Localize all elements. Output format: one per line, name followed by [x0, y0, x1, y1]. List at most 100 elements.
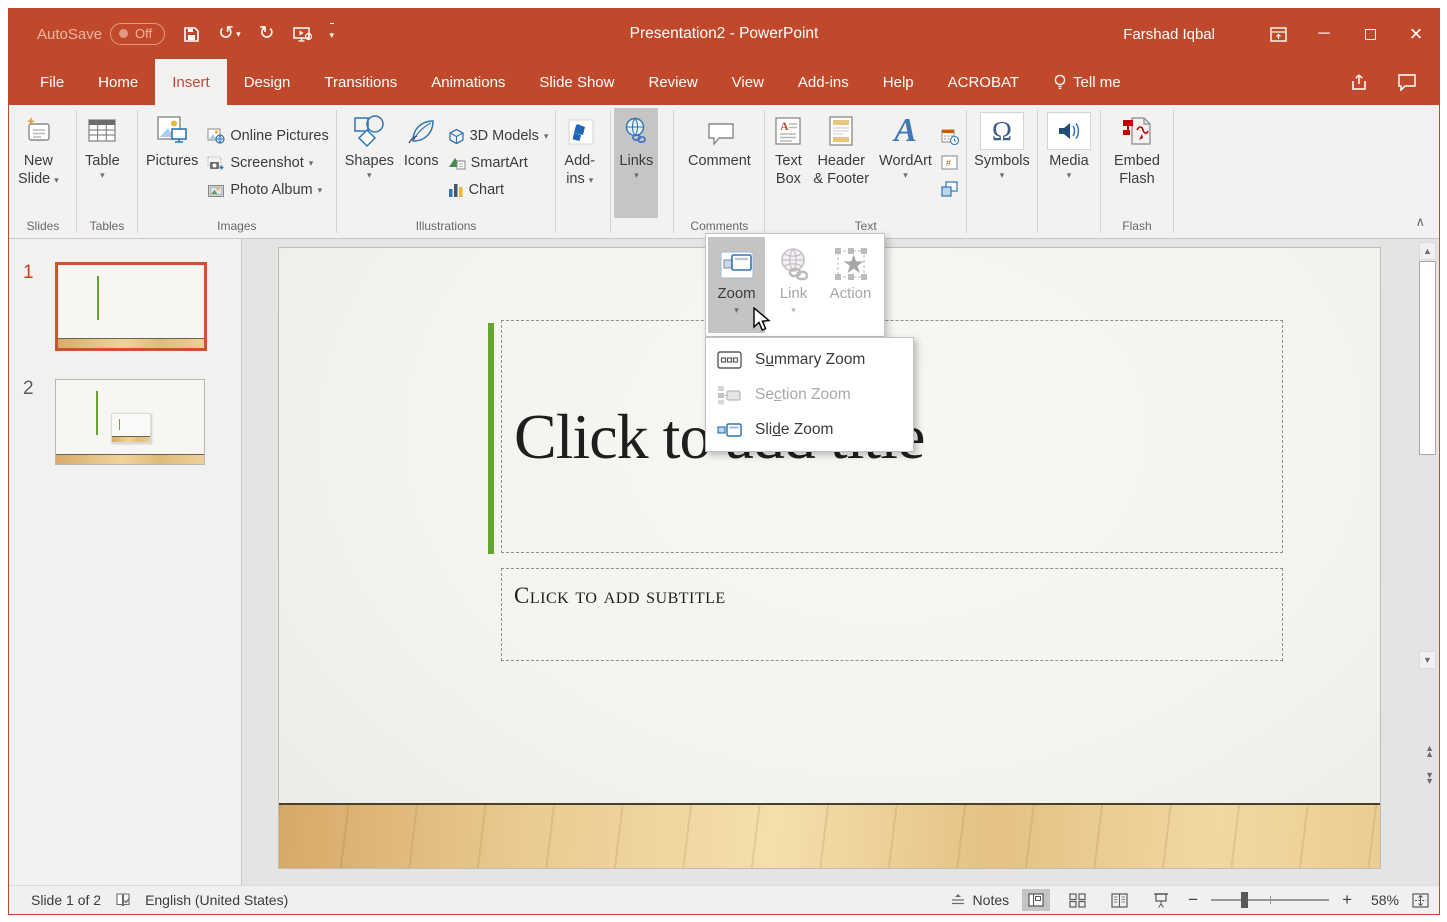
subtitle-placeholder[interactable]: Click to add subtitle	[501, 568, 1283, 661]
collapse-ribbon-button[interactable]: ∧	[1415, 214, 1425, 230]
slide-show-button[interactable]	[1147, 889, 1175, 912]
quick-access-toolbar: AutoSave Off ↺ ▾ ↻ ▾	[9, 23, 334, 45]
autosave-pill[interactable]: Off	[110, 23, 165, 45]
comment-button[interactable]: Comment	[683, 108, 756, 218]
embed-flash-button[interactable]: Embed Flash	[1109, 108, 1165, 218]
tab-view[interactable]: View	[715, 59, 781, 105]
tab-home[interactable]: Home	[81, 59, 155, 105]
screenshot-dropdown-arrow: ▾	[309, 158, 314, 168]
share-button[interactable]	[1350, 73, 1371, 92]
undo-dropdown-arrow[interactable]: ▾	[236, 24, 241, 44]
header-footer-button[interactable]: Header & Footer	[808, 108, 874, 218]
text-box-button[interactable]: A Text Box	[768, 108, 808, 218]
tab-transitions[interactable]: Transitions	[307, 59, 414, 105]
autosave-label: AutoSave	[37, 26, 102, 43]
links-button[interactable]: Links ▾	[614, 108, 658, 218]
group-illustrations: Shapes ▾ Icons 3D Models ▾	[339, 107, 554, 238]
thumb-floor	[56, 454, 204, 464]
reading-view-icon	[1111, 893, 1128, 908]
photo-album-button[interactable]: Photo Album ▾	[203, 177, 332, 204]
media-button[interactable]: Media ▾	[1042, 108, 1096, 218]
notes-icon	[950, 893, 966, 907]
tab-file[interactable]: File	[23, 59, 81, 105]
zoom-menu-dropdown-arrow[interactable]: ▾	[734, 305, 739, 315]
zoom-in-button[interactable]: +	[1342, 890, 1352, 910]
slide-thumbnail-1[interactable]	[55, 262, 207, 351]
slide-thumbnail-panel[interactable]: 1 2	[9, 239, 242, 885]
tab-slide-show[interactable]: Slide Show	[522, 59, 631, 105]
slide-thumbnail-2[interactable]	[55, 379, 205, 465]
new-slide-button[interactable]: New Slide ▾	[13, 108, 64, 218]
language-indicator[interactable]: English (United States)	[145, 892, 288, 908]
section-zoom-menu-item[interactable]: Section Zoom	[706, 377, 913, 412]
spell-check-button[interactable]	[115, 892, 131, 908]
group-divider	[76, 110, 77, 233]
pictures-button[interactable]: Pictures	[141, 108, 203, 218]
zoom-percentage[interactable]: 58%	[1365, 892, 1399, 908]
next-slide-button[interactable]: ▼▼	[1425, 772, 1434, 784]
tab-review[interactable]: Review	[631, 59, 714, 105]
slide-number-icon: #	[941, 155, 958, 171]
slide-sorter-view-button[interactable]	[1063, 889, 1092, 912]
tab-tell-me[interactable]: Tell me	[1036, 59, 1138, 105]
reading-view-button[interactable]	[1105, 889, 1134, 912]
start-from-beginning-button[interactable]	[293, 26, 312, 43]
undo-button[interactable]: ↺ ▾	[218, 24, 240, 44]
svg-text:#: #	[946, 158, 951, 168]
symbols-button[interactable]: Ω Symbols ▾	[969, 108, 1035, 218]
zoom-slider[interactable]	[1211, 892, 1329, 908]
save-button[interactable]	[183, 26, 200, 43]
object-button[interactable]	[937, 177, 963, 201]
close-button[interactable]: ×	[1393, 9, 1439, 59]
vertical-scrollbar-thumb[interactable]	[1419, 261, 1436, 455]
smartart-icon	[448, 156, 466, 170]
summary-zoom-menu-item[interactable]: Summary Zoom	[706, 342, 913, 377]
minimize-button[interactable]: ─	[1301, 9, 1347, 59]
notes-button[interactable]: Notes	[950, 892, 1010, 908]
scroll-up-button[interactable]: ▲	[1419, 242, 1436, 260]
add-ins-button[interactable]: Add- ins ▾	[559, 108, 600, 218]
chart-button[interactable]: Chart	[444, 177, 553, 204]
tab-acrobat[interactable]: ACROBAT	[931, 59, 1036, 105]
previous-slide-button[interactable]: ▲▲	[1425, 745, 1434, 757]
tab-design[interactable]: Design	[227, 59, 308, 105]
autosave-state: Off	[135, 26, 152, 41]
links-dropdown-menu: Zoom ▾ Link ▾ ★ Action	[705, 233, 885, 337]
shapes-button[interactable]: Shapes ▾	[340, 108, 399, 218]
tab-insert[interactable]: Insert	[155, 59, 227, 105]
smartart-button[interactable]: SmartArt	[444, 150, 553, 177]
comments-pane-button[interactable]	[1397, 73, 1417, 91]
tab-animations[interactable]: Animations	[414, 59, 522, 105]
zoom-slider-thumb[interactable]	[1241, 892, 1248, 908]
action-menu-icon: ★	[833, 243, 869, 285]
3d-models-button[interactable]: 3D Models ▾	[444, 123, 553, 150]
slide-zoom-icon	[717, 422, 742, 438]
online-pictures-button[interactable]: Online Pictures	[203, 123, 332, 150]
scroll-down-button[interactable]: ▼	[1419, 651, 1436, 669]
icons-button[interactable]: Icons	[399, 108, 444, 218]
action-menu-button[interactable]: ★ Action	[822, 237, 879, 333]
fit-slide-icon	[1412, 893, 1429, 908]
redo-button[interactable]: ↻	[259, 24, 275, 44]
autosave-toggle[interactable]: AutoSave Off	[37, 23, 165, 45]
customize-qat-button[interactable]: ▾	[330, 23, 335, 45]
omega-icon: Ω	[992, 122, 1012, 140]
zoom-out-button[interactable]: −	[1188, 890, 1198, 910]
slide-zoom-menu-item[interactable]: Slide Zoom	[706, 412, 913, 447]
screenshot-button[interactable]: Screenshot ▾	[203, 150, 332, 177]
group-label-symbols	[970, 218, 1034, 237]
signed-in-user[interactable]: Farshad Iqbal	[1123, 26, 1215, 43]
normal-view-button[interactable]	[1022, 889, 1050, 911]
maximize-button[interactable]	[1347, 9, 1393, 59]
date-time-button[interactable]	[937, 125, 963, 149]
tab-add-ins[interactable]: Add-ins	[781, 59, 866, 105]
table-button[interactable]: Table ▾	[80, 108, 125, 218]
tab-help[interactable]: Help	[866, 59, 931, 105]
ribbon-display-options-button[interactable]	[1255, 9, 1301, 59]
slide-indicator[interactable]: Slide 1 of 2	[31, 892, 101, 908]
wordart-button[interactable]: A WordArt ▾	[874, 108, 937, 218]
media-dropdown-arrow: ▾	[1067, 170, 1072, 180]
fit-slide-button[interactable]	[1412, 893, 1429, 908]
wordart-icon: A	[894, 114, 917, 148]
slide-number-button[interactable]: #	[937, 151, 963, 175]
